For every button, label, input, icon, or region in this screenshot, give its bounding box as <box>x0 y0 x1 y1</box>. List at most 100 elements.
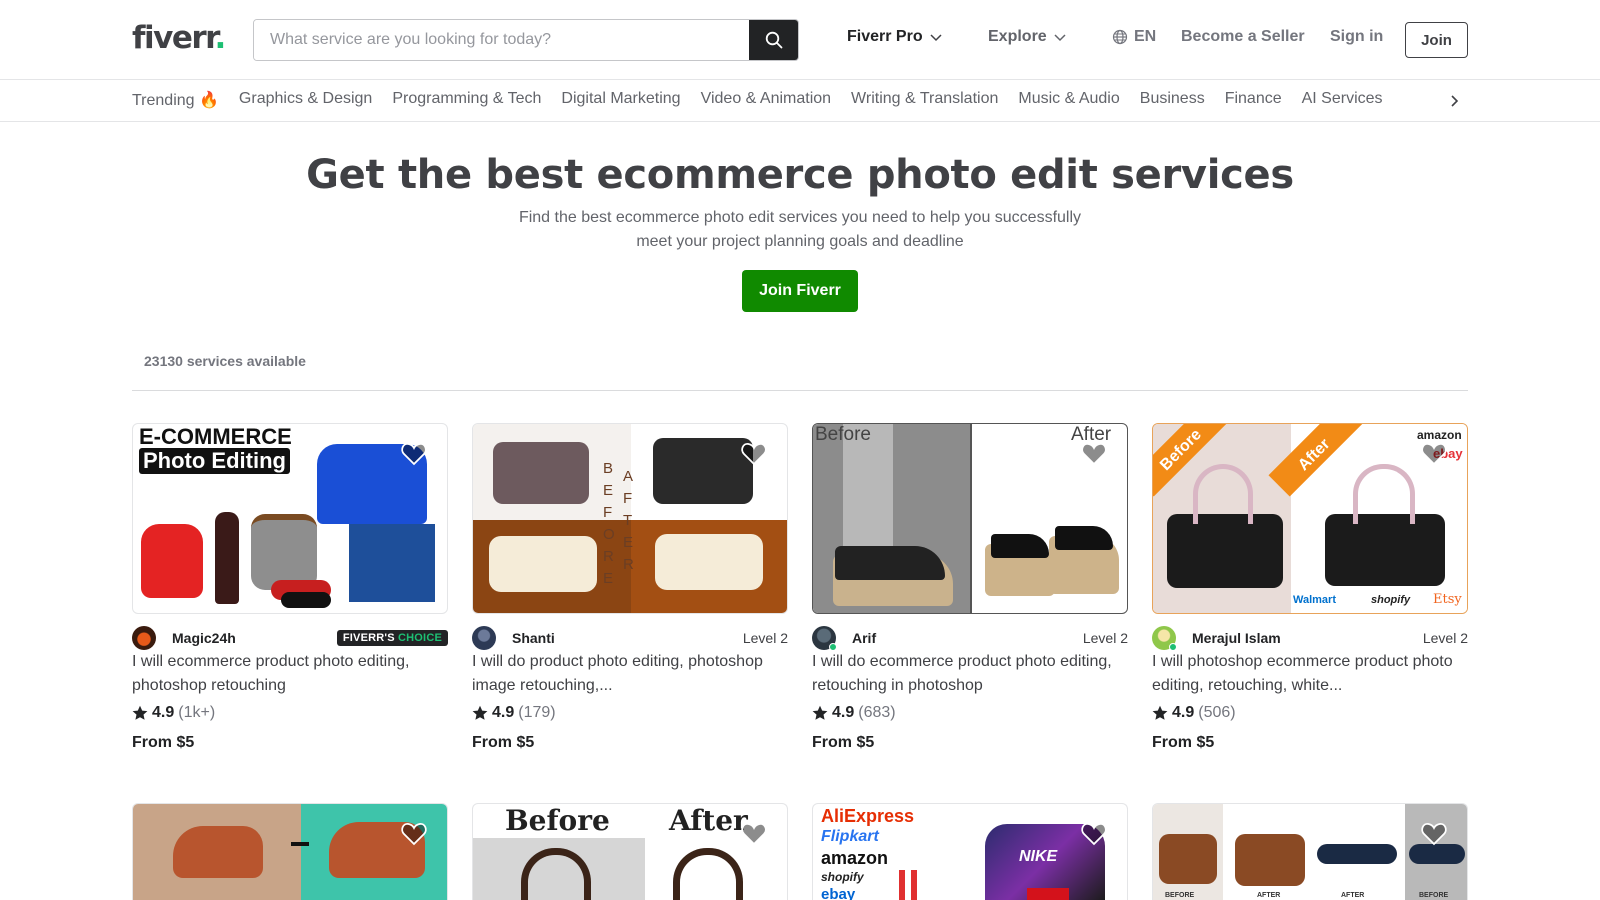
seller-name[interactable]: Arif <box>852 630 1083 646</box>
heart-icon[interactable] <box>1421 442 1447 466</box>
star-icon <box>472 705 488 720</box>
language-label: EN <box>1134 28 1157 45</box>
thumb-product <box>991 534 1049 558</box>
gig-thumbnail[interactable]: BEFORE AFTER <box>472 423 788 614</box>
subtitle-line-2: meet your project planning goals and dea… <box>636 233 964 250</box>
gig-card[interactable]: BEFORE AFTER Shanti Level 2 I will do pr… <box>472 423 788 752</box>
thumb-product <box>1317 844 1397 864</box>
gig-thumbnail[interactable]: Before After <box>472 803 788 900</box>
join-fiverr-button[interactable]: Join Fiverr <box>742 270 858 312</box>
thumb-brand-ebay: ebay <box>821 886 856 900</box>
avatar[interactable] <box>812 626 837 651</box>
seller-name[interactable]: Shanti <box>512 630 743 646</box>
thumb-text-before: Before <box>505 804 610 837</box>
seller-name[interactable]: Magic24h <box>172 630 337 646</box>
thumb-product <box>173 826 263 878</box>
language-selector[interactable]: EN <box>1112 28 1156 46</box>
gig-card[interactable]: BEFORE AFTER AFTER BEFORE <box>1152 803 1468 900</box>
thumb-text-title: E-COMMERCE <box>139 424 292 449</box>
gig-card[interactable]: AliExpress Flipkart amazon shopify ebay … <box>812 803 1128 900</box>
chevron-right-icon <box>1451 95 1459 107</box>
thumb-product <box>1325 514 1445 586</box>
star-icon <box>812 705 828 720</box>
gig-card[interactable] <box>132 803 448 900</box>
thumb-text-subtitle: Photo Editing <box>139 448 290 474</box>
heart-icon[interactable] <box>741 822 767 846</box>
thumb-product <box>1409 844 1465 864</box>
category-video-animation[interactable]: Video & Animation <box>701 90 831 110</box>
thumb-product <box>1353 464 1415 524</box>
heart-icon[interactable] <box>1421 822 1447 846</box>
heart-icon[interactable] <box>1081 822 1107 846</box>
page-title: Get the best ecommerce photo edit servic… <box>306 152 1294 198</box>
thumb-product <box>911 870 917 900</box>
gig-thumbnail[interactable] <box>132 803 448 900</box>
explore-menu[interactable]: Explore <box>988 28 1067 46</box>
category-music-audio[interactable]: Music & Audio <box>1018 90 1119 110</box>
category-scroll-next[interactable] <box>1444 90 1464 112</box>
avatar[interactable] <box>1152 626 1177 651</box>
gig-title[interactable]: I will photoshop ecommerce product photo… <box>1152 650 1468 698</box>
thumb-label: AFTER <box>1257 892 1281 899</box>
avatar[interactable] <box>472 626 496 650</box>
gig-card[interactable]: Before After Arif Level 2 I will do ecom… <box>812 423 1128 752</box>
gig-title[interactable]: I will do product photo editing, photosh… <box>472 650 788 698</box>
subtitle-line-1: Find the best ecommerce photo edit servi… <box>518 209 1082 226</box>
fiverr-logo[interactable]: fiverr. <box>132 20 226 56</box>
thumb-label: BEFORE <box>1165 892 1195 899</box>
gig-thumbnail[interactable]: AliExpress Flipkart amazon shopify ebay … <box>812 803 1128 900</box>
thumb-brand-etsy: Etsy <box>1433 592 1462 607</box>
fiverrs-choice-badge: FIVERR'S CHOICE <box>336 630 448 646</box>
gig-card[interactable]: Before After amazon ebay Walmart shopify… <box>1152 423 1468 752</box>
category-ai-services[interactable]: AI Services <box>1302 90 1383 110</box>
badge-text-accent: CHOICE <box>398 632 442 644</box>
category-bar: Trending 🔥 Graphics & Design Programming… <box>0 80 1600 122</box>
rating-score: 4.9 <box>832 704 855 721</box>
rating-score: 4.9 <box>492 704 515 721</box>
thumb-product <box>251 514 317 590</box>
seller-level: Level 2 <box>1082 630 1128 646</box>
heart-icon[interactable] <box>741 442 767 466</box>
category-digital-marketing[interactable]: Digital Marketing <box>561 90 680 110</box>
gig-thumbnail[interactable]: Before After <box>812 423 1128 614</box>
arrow-icon <box>291 842 309 846</box>
gig-card[interactable]: Before After <box>472 803 788 900</box>
online-indicator <box>829 643 837 651</box>
search-button[interactable] <box>749 20 798 60</box>
chevron-down-icon <box>930 34 942 42</box>
thumb-brand-shopify: shopify <box>821 870 864 884</box>
gig-title[interactable]: I will do ecommerce product photo editin… <box>812 650 1128 698</box>
gig-card[interactable]: E-COMMERCE Photo Editing Magic24h FIVERR… <box>132 423 448 752</box>
category-trending[interactable]: Trending 🔥 <box>132 90 219 110</box>
seller-name[interactable]: Merajul Islam <box>1192 630 1423 646</box>
category-business[interactable]: Business <box>1140 90 1205 110</box>
category-finance[interactable]: Finance <box>1225 90 1282 110</box>
rating-count: (506) <box>1198 704 1236 721</box>
rating-score: 4.9 <box>152 704 175 721</box>
search-input[interactable] <box>254 20 749 60</box>
gig-price: From $5 <box>132 734 195 751</box>
thumb-product <box>653 438 753 504</box>
thumb-product <box>899 870 905 900</box>
sign-in-link[interactable]: Sign in <box>1330 28 1383 46</box>
badge-text: FIVERR'S <box>342 632 399 644</box>
heart-icon[interactable] <box>401 822 427 846</box>
gig-thumbnail[interactable]: Before After amazon ebay Walmart shopify… <box>1152 423 1468 614</box>
fiverr-pro-menu[interactable]: Fiverr Pro <box>847 28 943 46</box>
become-seller-link[interactable]: Become a Seller <box>1181 28 1305 46</box>
gig-thumbnail[interactable]: BEFORE AFTER AFTER BEFORE <box>1152 803 1468 900</box>
thumb-product <box>1193 464 1253 524</box>
join-button[interactable]: Join <box>1405 22 1468 58</box>
category-programming-tech[interactable]: Programming & Tech <box>392 90 541 110</box>
gig-title[interactable]: I will ecommerce product photo editing, … <box>132 650 448 698</box>
gig-rating: 4.9 (1k+) <box>132 704 448 722</box>
thumb-product <box>489 536 597 592</box>
avatar[interactable] <box>132 626 156 650</box>
category-writing-translation[interactable]: Writing & Translation <box>851 90 998 110</box>
gig-thumbnail[interactable]: E-COMMERCE Photo Editing <box>132 423 448 614</box>
heart-icon[interactable] <box>1081 442 1107 466</box>
thumb-product <box>1167 514 1283 588</box>
thumb-product <box>141 524 203 598</box>
heart-icon[interactable] <box>401 442 427 466</box>
category-graphics-design[interactable]: Graphics & Design <box>239 90 372 110</box>
